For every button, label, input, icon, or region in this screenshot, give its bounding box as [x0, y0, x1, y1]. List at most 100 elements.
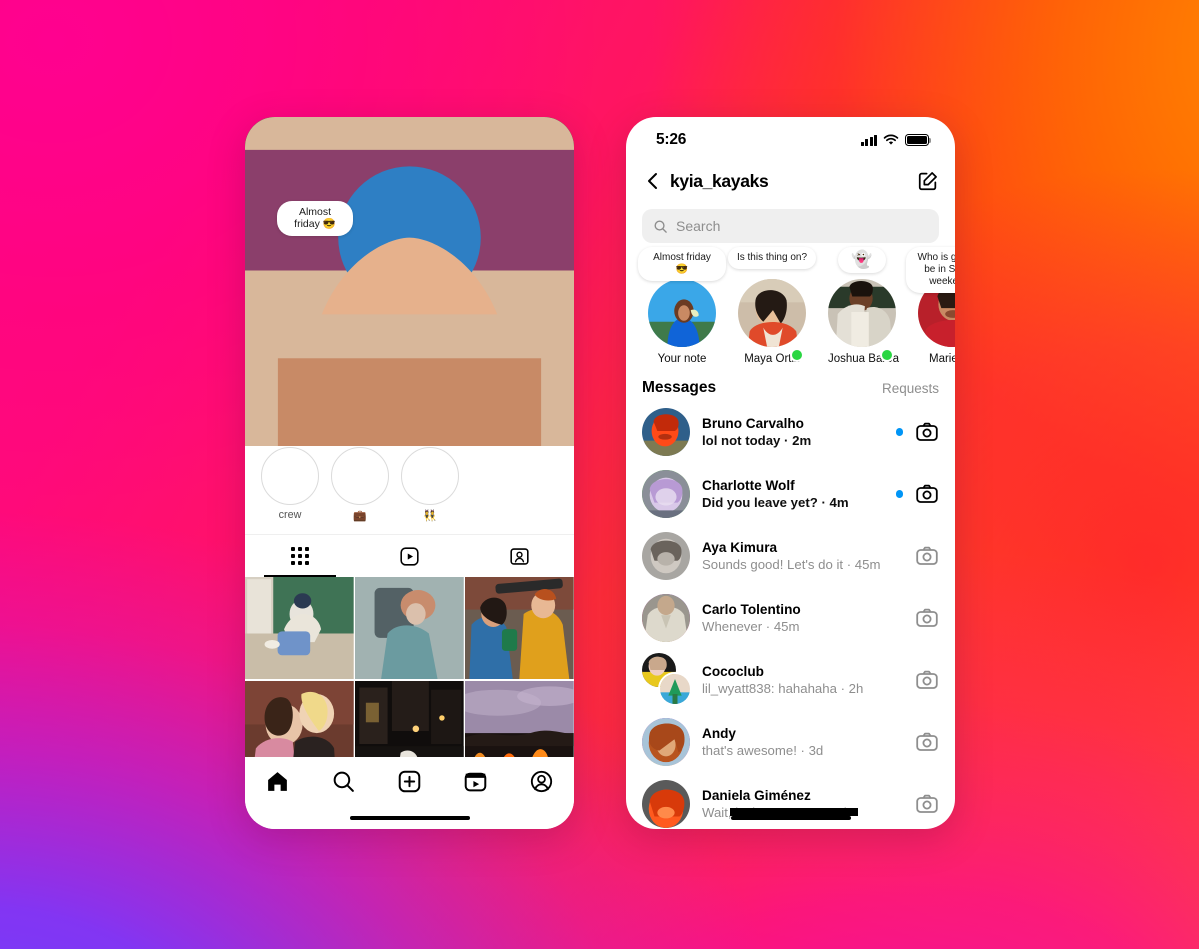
search-input[interactable]: Search	[676, 218, 720, 234]
grid-icon	[290, 546, 310, 566]
note-bubble[interactable]: Who is going to be in SF this weekend?	[906, 247, 955, 293]
tab-tagged[interactable]	[464, 535, 574, 577]
thread-preview: that's awesome! · 3d	[702, 743, 824, 758]
thread-preview: Did you leave yet? · 4m	[702, 495, 849, 510]
thread-name: Aya Kimura	[702, 540, 778, 555]
message-thread-row[interactable]: Carlo Tolentino Whenever · 45m	[626, 587, 955, 649]
thread-name: Bruno Carvalho	[702, 416, 804, 431]
message-thread-row[interactable]: Aya Kimura Sounds good! Let's do it · 45…	[626, 525, 955, 587]
profile-icon	[530, 770, 552, 793]
highlight-ring	[245, 117, 574, 505]
highlight-item[interactable]: crew	[245, 117, 574, 522]
avatar-inner	[642, 470, 690, 518]
status-bar-right: 5:26	[626, 117, 955, 159]
note-bubble[interactable]: Is this thing on?	[728, 247, 816, 269]
note-item[interactable]: Almost friday 😎 Your note	[638, 247, 726, 365]
highlight-ring	[245, 117, 574, 505]
gradient-background	[0, 0, 1199, 949]
new-message-button[interactable]	[917, 170, 939, 192]
note-item[interactable]: Is this thing on? Maya Ortiz	[728, 247, 816, 365]
avatar	[642, 594, 690, 642]
search-icon	[333, 771, 355, 792]
messages-navbar: kyia_kayaks	[626, 159, 955, 203]
battery-icon	[905, 134, 932, 146]
note-bubble[interactable]: Almost friday 😎	[638, 247, 726, 281]
camera-icon[interactable]	[915, 792, 939, 816]
highlight-cover	[245, 117, 574, 502]
grid-photo[interactable]	[245, 577, 354, 680]
note-item[interactable]: Who is going to be in SF this weekend? M…	[906, 247, 955, 365]
unread-indicator	[895, 490, 903, 498]
highlight-item[interactable]: 👯	[245, 117, 574, 522]
thread-name: Charlotte Wolf	[702, 478, 795, 493]
avatar	[642, 653, 692, 706]
messages-title: Messages	[642, 379, 717, 396]
tab-home[interactable]	[265, 769, 290, 799]
avatar	[642, 408, 690, 456]
highlight-label: 👯	[423, 510, 437, 522]
highlight-label: crew	[278, 509, 302, 521]
tab-grid[interactable]	[245, 535, 355, 577]
search-bar[interactable]: Search	[642, 209, 939, 243]
reels-icon	[400, 546, 419, 566]
back-button[interactable]	[642, 170, 664, 192]
avatar	[642, 470, 690, 518]
home-indicator	[349, 815, 470, 820]
thread-text: Andy that's awesome! · 3d	[702, 726, 903, 758]
thread-text: Bruno Carvalho lol not today · 2m	[702, 416, 884, 448]
note-label: Your note	[657, 353, 707, 365]
note-item[interactable]: 👻 Joshua Barba	[828, 247, 899, 365]
avatar-inner	[642, 594, 690, 642]
camera-icon[interactable]	[915, 730, 939, 754]
thread-text: Carlo Tolentino Whenever · 45m	[702, 602, 903, 634]
create-icon	[398, 770, 421, 793]
thread-text: Aya Kimura Sounds good! Let's do it · 45…	[702, 540, 903, 572]
profile-note-bubble[interactable]: Almost friday 😎	[277, 201, 353, 236]
highlight-ring	[245, 117, 574, 505]
compose-icon	[918, 172, 937, 191]
camera-icon[interactable]	[915, 544, 939, 568]
camera-icon[interactable]	[915, 668, 939, 692]
story-highlights: crew 💼 👯	[245, 117, 574, 522]
camera-icon[interactable]	[915, 606, 939, 630]
avatar	[642, 780, 690, 828]
wifi-icon	[883, 134, 899, 145]
highlight-item[interactable]: 💼	[245, 117, 574, 522]
avatar	[828, 279, 896, 347]
home-indicator	[730, 815, 851, 820]
message-thread-row[interactable]: Andy that's awesome! · 3d	[626, 711, 955, 773]
thread-preview: lil_wyatt838: hahahaha · 2h	[702, 681, 864, 696]
camera-icon[interactable]	[915, 420, 939, 444]
message-thread-row[interactable]: Daniela Giménez Wait, is that Connor? · …	[626, 773, 955, 829]
message-thread-row[interactable]: Bruno Carvalho lol not today · 2m	[626, 401, 955, 463]
unread-indicator	[895, 428, 903, 436]
camera-icon[interactable]	[915, 482, 939, 506]
phone-messages-screen: 5:26 kyia_kayaks Search Almost friday 😎 …	[626, 117, 955, 829]
grid-photo[interactable]	[465, 577, 574, 680]
tab-search[interactable]	[331, 769, 356, 799]
tab-reels[interactable]	[463, 769, 488, 799]
search-icon	[654, 220, 667, 233]
avatar	[648, 279, 716, 347]
tab-profile[interactable]	[529, 769, 554, 799]
note-bubble[interactable]: 👻	[838, 247, 886, 273]
highlight-cover	[245, 117, 574, 502]
online-status-indicator	[880, 348, 894, 362]
thread-name: Cococlub	[702, 664, 764, 679]
phone-profile-screen: 5:26 kyia_kayaks Almost friday 😎	[245, 117, 574, 829]
gradient-purple-layer	[0, 0, 1199, 949]
tab-reels[interactable]	[355, 535, 465, 577]
photo-grid	[245, 577, 574, 783]
requests-link[interactable]: Requests	[882, 381, 939, 396]
thread-name: Carlo Tolentino	[702, 602, 801, 617]
avatar	[738, 279, 806, 347]
message-thread-row[interactable]: Charlotte Wolf Did you leave yet? · 4m	[626, 463, 955, 525]
tab-create[interactable]	[397, 769, 422, 799]
cellular-signal-icon	[860, 134, 877, 146]
home-icon	[268, 772, 288, 791]
grid-photo[interactable]	[355, 577, 464, 680]
avatar-primary	[658, 672, 692, 706]
status-time: 5:26	[656, 131, 687, 148]
online-status-indicator	[790, 348, 804, 362]
message-thread-row[interactable]: Cococlub lil_wyatt838: hahahaha · 2h	[626, 649, 955, 711]
